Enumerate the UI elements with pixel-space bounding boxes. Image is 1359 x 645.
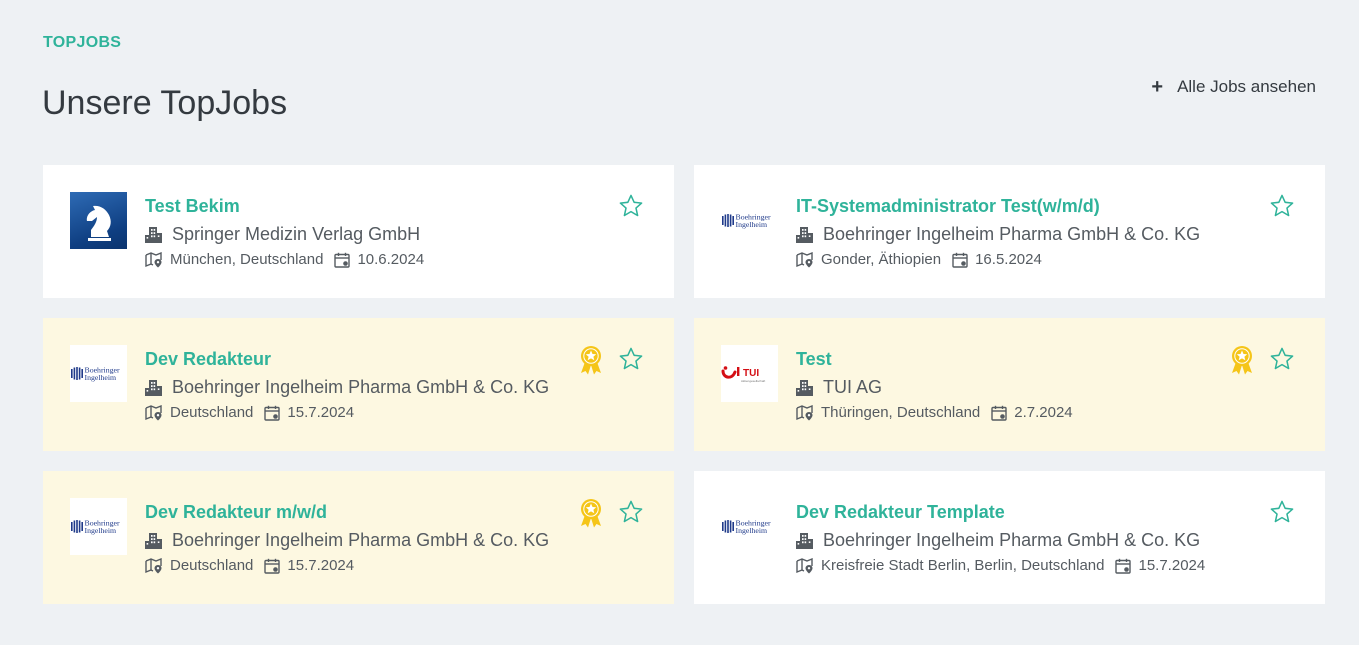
job-date: 15.7.2024 bbox=[1138, 557, 1206, 574]
star-outline-icon[interactable] bbox=[1269, 193, 1295, 219]
job-title[interactable]: Dev Redakteur Template bbox=[796, 502, 1205, 523]
map-pin-icon bbox=[145, 557, 163, 574]
company-row: Springer Medizin Verlag GmbH bbox=[145, 224, 554, 245]
company-logo: Boehringer Ingelheim bbox=[70, 498, 127, 555]
job-card[interactable]: Boehringer Ingelheim Dev Redakteur Templa… bbox=[694, 471, 1325, 604]
company-row: Boehringer Ingelheim Pharma GmbH & Co. K… bbox=[145, 377, 554, 398]
tui-logo-icon: TUIAktiengesellschaft bbox=[721, 366, 765, 383]
svg-text:Ingelheim: Ingelheim bbox=[85, 526, 117, 535]
calendar-icon bbox=[952, 252, 968, 268]
plus-icon: + bbox=[1151, 76, 1164, 98]
job-card-featured[interactable]: Boehringer Ingelheim Dev Redakteur Boehri… bbox=[43, 318, 674, 451]
job-date: 15.7.2024 bbox=[287, 404, 355, 421]
company-name: TUI AG bbox=[823, 377, 883, 397]
calendar-icon bbox=[264, 558, 281, 574]
svg-text:Ingelheim: Ingelheim bbox=[736, 526, 768, 535]
building-icon bbox=[796, 379, 814, 397]
company-name: Springer Medizin Verlag GmbH bbox=[172, 224, 421, 244]
map-pin-icon bbox=[145, 251, 163, 268]
star-outline-icon[interactable] bbox=[618, 346, 644, 372]
job-title[interactable]: Test Bekim bbox=[145, 196, 554, 217]
star-outline-icon[interactable] bbox=[1269, 346, 1295, 372]
job-location: Kreisfreie Stadt Berlin, Berlin, Deutsch… bbox=[821, 557, 1105, 574]
company-name: Boehringer Ingelheim Pharma GmbH & Co. K… bbox=[172, 377, 550, 397]
company-row: Boehringer Ingelheim Pharma GmbH & Co. K… bbox=[796, 530, 1205, 551]
job-date: 15.7.2024 bbox=[287, 557, 355, 574]
calendar-icon bbox=[991, 405, 1007, 421]
section-eyebrow: TOPJOBS bbox=[43, 34, 122, 51]
building-icon bbox=[796, 226, 814, 244]
job-card[interactable]: Test Bekim Springer Medizin Verlag GmbH … bbox=[43, 165, 674, 298]
meta-row: Deutschland 15.7.2024 bbox=[145, 404, 554, 421]
meta-row: Kreisfreie Stadt Berlin, Berlin, Deutsch… bbox=[796, 557, 1205, 574]
calendar-icon bbox=[334, 252, 351, 268]
award-badge-icon bbox=[578, 345, 604, 375]
building-icon bbox=[796, 532, 814, 550]
boehringer-logo-icon: BoehringerIngelheim bbox=[722, 213, 771, 229]
job-card[interactable]: Boehringer Ingelheim IT-Systemadministrat… bbox=[694, 165, 1325, 298]
calendar-icon bbox=[264, 405, 281, 421]
all-jobs-link[interactable]: + Alle Jobs ansehen bbox=[1151, 77, 1316, 97]
building-icon bbox=[145, 379, 163, 397]
company-name: Boehringer Ingelheim Pharma GmbH & Co. K… bbox=[823, 224, 1201, 244]
star-outline-icon[interactable] bbox=[1269, 499, 1295, 525]
job-date: 10.6.2024 bbox=[357, 251, 425, 268]
award-badge-icon bbox=[578, 498, 604, 528]
job-date: 16.5.2024 bbox=[975, 251, 1042, 268]
meta-row: Deutschland 15.7.2024 bbox=[145, 557, 554, 574]
svg-text:Aktiengesellschaft: Aktiengesellschaft bbox=[741, 379, 765, 383]
job-title[interactable]: Dev Redakteur bbox=[145, 349, 554, 370]
svg-text:Ingelheim: Ingelheim bbox=[736, 220, 768, 229]
boehringer-logo-icon: BoehringerIngelheim bbox=[722, 519, 771, 535]
company-logo: Boehringer Ingelheim bbox=[721, 192, 778, 249]
map-pin-icon bbox=[796, 404, 814, 421]
map-pin-icon bbox=[796, 251, 814, 268]
map-pin-icon bbox=[145, 404, 163, 421]
job-location: Deutschland bbox=[170, 404, 254, 421]
meta-row: Thüringen, Deutschland 2.7.2024 bbox=[796, 404, 1205, 421]
job-title[interactable]: IT-Systemadministrator Test(w/m/d) bbox=[796, 196, 1205, 217]
boehringer-logo-icon: BoehringerIngelheim bbox=[71, 366, 120, 382]
boehringer-logo-icon: BoehringerIngelheim bbox=[71, 519, 120, 535]
job-card-featured[interactable]: Boehringer Ingelheim Dev Redakteur m/w/d … bbox=[43, 471, 674, 604]
company-row: Boehringer Ingelheim Pharma GmbH & Co. K… bbox=[796, 224, 1205, 245]
job-title[interactable]: Test bbox=[796, 349, 1205, 370]
springer-knight-logo-icon bbox=[86, 205, 111, 241]
building-icon bbox=[145, 532, 163, 550]
company-logo: TUI Aktiengesellschaft bbox=[721, 345, 778, 402]
page-title: Unsere TopJobs bbox=[42, 84, 288, 122]
job-location: Deutschland bbox=[170, 557, 254, 574]
map-pin-icon bbox=[796, 557, 814, 574]
building-icon bbox=[145, 226, 163, 244]
job-date: 2.7.2024 bbox=[1014, 404, 1073, 421]
award-badge-icon bbox=[1229, 345, 1255, 375]
job-location: Gonder, Äthiopien bbox=[821, 251, 942, 268]
company-name: Boehringer Ingelheim Pharma GmbH & Co. K… bbox=[823, 530, 1201, 550]
calendar-icon bbox=[1115, 558, 1132, 574]
star-outline-icon[interactable] bbox=[618, 193, 644, 219]
company-name: Boehringer Ingelheim Pharma GmbH & Co. K… bbox=[172, 530, 550, 550]
svg-text:Ingelheim: Ingelheim bbox=[85, 373, 117, 382]
company-row: Boehringer Ingelheim Pharma GmbH & Co. K… bbox=[145, 530, 554, 551]
company-logo bbox=[70, 192, 127, 249]
meta-row: Gonder, Äthiopien 16.5.2024 bbox=[796, 251, 1205, 268]
all-jobs-label: Alle Jobs ansehen bbox=[1177, 77, 1316, 96]
job-grid: Test Bekim Springer Medizin Verlag GmbH … bbox=[43, 165, 1325, 604]
meta-row: München, Deutschland 10.6.2024 bbox=[145, 251, 554, 268]
company-logo: Boehringer Ingelheim bbox=[721, 498, 778, 555]
star-outline-icon[interactable] bbox=[618, 499, 644, 525]
job-location: Thüringen, Deutschland bbox=[821, 404, 981, 421]
job-card-featured[interactable]: TUI Aktiengesellschaft Test TUI AG Thürin… bbox=[694, 318, 1325, 451]
company-logo: Boehringer Ingelheim bbox=[70, 345, 127, 402]
topjobs-section: TOPJOBS Unsere TopJobs + Alle Jobs anseh… bbox=[0, 0, 1359, 645]
svg-text:TUI: TUI bbox=[743, 368, 759, 379]
job-location: München, Deutschland bbox=[170, 251, 324, 268]
job-title[interactable]: Dev Redakteur m/w/d bbox=[145, 502, 554, 523]
company-row: TUI AG bbox=[796, 377, 1205, 398]
